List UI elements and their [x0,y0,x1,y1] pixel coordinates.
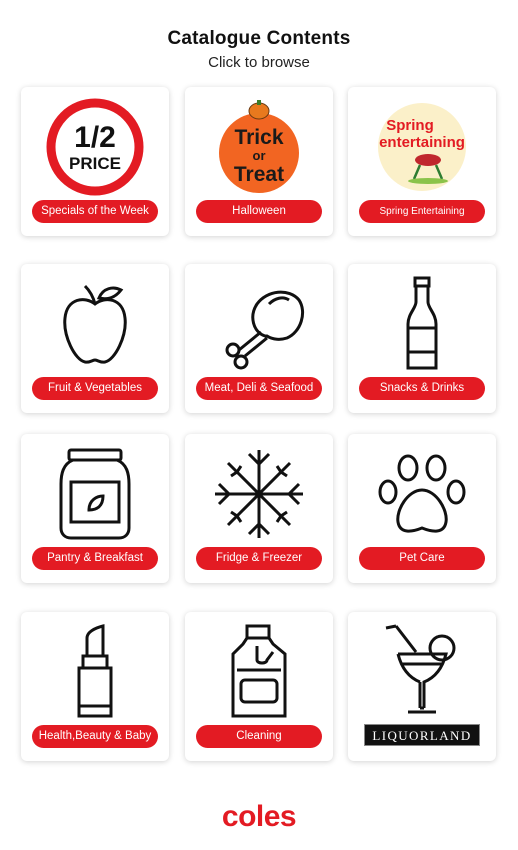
tile-fruit-veg[interactable]: Fruit & Vegetables [21,264,169,413]
tile-pet-care[interactable]: Pet Care [348,434,496,583]
tile-spring[interactable]: Spring entertaining Spring Entertaining [348,87,496,236]
page-title: Catalogue Contents [167,28,351,49]
tile-health-beauty-baby[interactable]: Health,Beauty & Baby [21,612,169,761]
tile-label: Meat, Deli & Seafood [196,377,322,400]
svg-text:or: or [253,148,266,163]
tile-label: Snacks & Drinks [359,377,485,400]
tile-meat-deli-seafood[interactable]: Meat, Deli & Seafood [185,264,333,413]
coles-logo: coles [221,800,297,833]
spring-entertaining-icon: Spring entertaining [378,103,466,191]
svg-text:PRICE: PRICE [69,154,121,173]
tile-label: Cleaning [196,725,322,748]
svg-text:Treat: Treat [234,163,284,186]
tile-label: Fruit & Vegetables [32,377,158,400]
tile-liquorland[interactable]: LIQUORLAND [348,612,496,761]
tile-fridge-freezer[interactable]: Fridge & Freezer [185,434,333,583]
paw-icon [378,454,466,533]
svg-text:1/2: 1/2 [74,121,116,154]
tile-label: Spring Entertaining [359,200,485,223]
liquorland-logo: LIQUORLAND [364,724,480,746]
tile-pantry-breakfast[interactable]: Pantry & Breakfast [21,434,169,583]
tile-specials[interactable]: 1/2 PRICE Specials of the Week [21,87,169,236]
svg-text:entertaining: entertaining [379,134,465,151]
drumstick-icon [225,290,304,370]
svg-text:Spring: Spring [386,117,434,134]
cocktail-icon [385,624,456,714]
lipstick-icon [77,624,113,718]
tile-label: Pet Care [359,547,485,570]
jar-icon [59,448,131,540]
trick-or-treat-icon: Trick or Treat [219,100,299,193]
tile-label: Fridge & Freezer [196,547,322,570]
tile-label: Specials of the Week [32,200,158,223]
snowflake-icon [215,450,303,538]
tile-halloween[interactable]: Trick or Treat Halloween [185,87,333,236]
apple-icon [63,284,127,364]
half-price-icon: 1/2 PRICE [46,98,144,196]
tile-label: Halloween [196,200,322,223]
tile-label: Pantry & Breakfast [32,547,158,570]
tile-label: Health,Beauty & Baby [32,725,158,748]
tile-snacks-drinks[interactable]: Snacks & Drinks [348,264,496,413]
svg-text:Trick: Trick [234,126,283,149]
page-subtitle: Click to browse [208,54,310,71]
detergent-bottle-icon [231,624,287,718]
bottle-icon [406,276,438,370]
tile-cleaning[interactable]: Cleaning [185,612,333,761]
